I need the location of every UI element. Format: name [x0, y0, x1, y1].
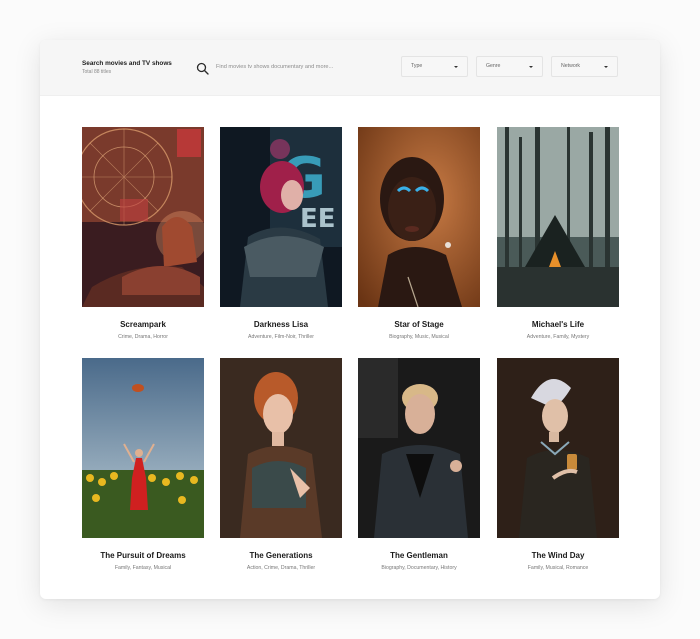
movie-card[interactable]: Screampark Crime, Drama, Horror: [82, 127, 204, 344]
movie-title[interactable]: Michael's Life: [483, 320, 633, 329]
movie-genres: Family, Musical, Romance: [527, 565, 589, 571]
movie-title[interactable]: The Generations: [206, 551, 356, 560]
movie-title[interactable]: Darkness Lisa: [206, 320, 356, 329]
woman-headscarf-cup-poster[interactable]: [497, 358, 619, 538]
page-background: Search movies and TV shows Total 88 titl…: [0, 0, 700, 639]
movie-title[interactable]: Screampark: [68, 320, 218, 329]
movie-card[interactable]: Michael's Life Adventure, Family, Myster…: [497, 127, 619, 344]
svg-text:EE: EE: [300, 204, 336, 234]
portrait-woman-earrings-poster[interactable]: [358, 127, 480, 307]
ferris-wheel-woman-poster[interactable]: [82, 127, 204, 307]
movie-card[interactable]: The Generations Action, Crime, Drama, Th…: [220, 358, 342, 575]
movie-card[interactable]: The Wind Day Family, Musical, Romance: [497, 358, 619, 575]
man-dark-jacket-poster[interactable]: [358, 358, 480, 538]
movie-card[interactable]: The Pursuit of Dreams Family, Fantasy, M…: [82, 358, 204, 575]
app-window: Search movies and TV shows Total 88 titl…: [40, 40, 660, 599]
movie-grid: Screampark Crime, Drama, Horror G EE Dar…: [40, 40, 660, 599]
sunflower-field-poster[interactable]: [82, 358, 204, 538]
movie-genres: Biography, Documentary, History: [381, 565, 457, 571]
neon-sign-woman-poster[interactable]: G EE: [220, 127, 342, 307]
movie-title[interactable]: The Pursuit of Dreams: [68, 551, 218, 560]
movie-title[interactable]: Star of Stage: [344, 320, 494, 329]
movie-genres: Adventure, Family, Mystery: [526, 334, 590, 340]
movie-card[interactable]: G EE Darkness Lisa Adventure, Film-Noir,…: [220, 127, 342, 344]
movie-title[interactable]: The Wind Day: [483, 551, 633, 560]
movie-genres: Biography, Music, Musical: [389, 334, 449, 340]
red-hair-woman-poster[interactable]: [220, 358, 342, 538]
forest-tent-poster[interactable]: [497, 127, 619, 307]
movie-card[interactable]: The Gentleman Biography, Documentary, Hi…: [358, 358, 480, 575]
movie-card[interactable]: Star of Stage Biography, Music, Musical: [358, 127, 480, 344]
movie-title[interactable]: The Gentleman: [344, 551, 494, 560]
